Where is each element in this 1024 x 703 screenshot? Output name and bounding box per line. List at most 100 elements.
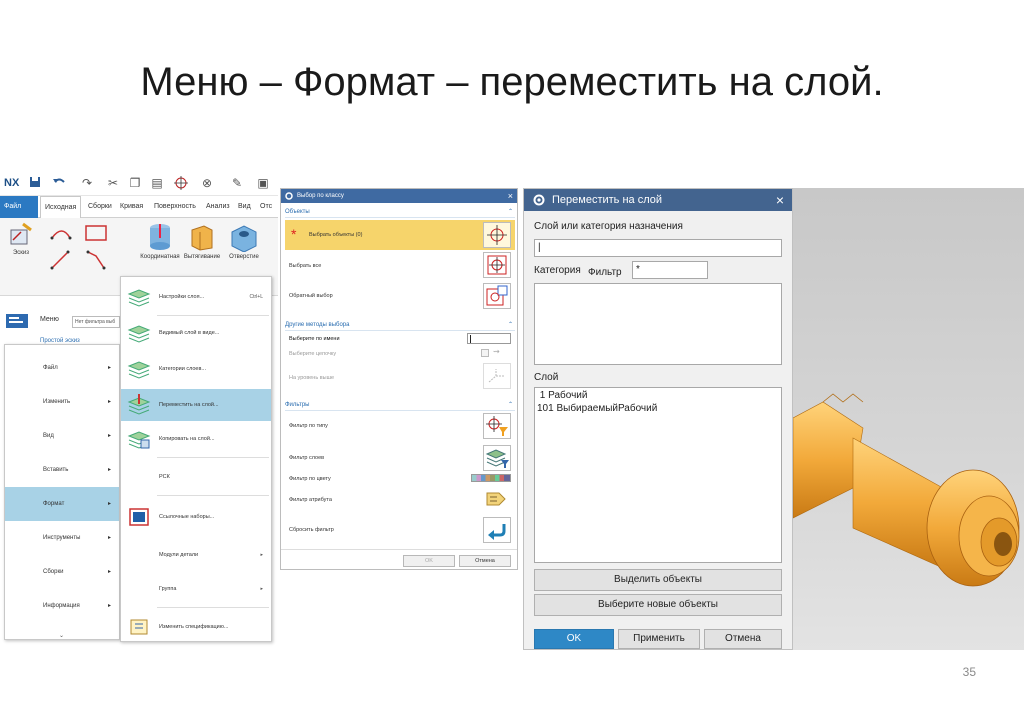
copy-to-layer-icon <box>127 431 151 449</box>
submenu-item[interactable]: Копировать на слой... <box>121 423 271 455</box>
sketch-button[interactable]: Эскиз <box>6 222 36 256</box>
category-list[interactable] <box>534 283 782 365</box>
tab-surface[interactable]: Поверхность <box>150 196 200 218</box>
submenu-item[interactable]: Ссылочные наборы... <box>121 501 271 533</box>
main-menu-item-label: Сборки <box>43 569 64 575</box>
chevron-down-icon[interactable]: ⌄ <box>59 632 64 639</box>
other-methods-label: Другие методы выбора <box>285 322 350 328</box>
destination-input[interactable]: | <box>534 239 782 257</box>
tab-view[interactable]: Вид <box>234 196 255 218</box>
submenu-item[interactable]: Настройки слоя... Ctrl+L <box>121 281 271 313</box>
main-menu-item[interactable]: Сборки ▸ <box>5 555 119 589</box>
submenu-item[interactable]: Группа ▸ <box>121 573 271 605</box>
undo-icon[interactable] <box>52 176 66 190</box>
select-all-icon <box>487 255 507 275</box>
graphics-viewport[interactable] <box>793 188 1024 650</box>
quick-access-toolbar: NX ↷ ✂ ❐ ▤ ⊗ ✎ ▣ <box>0 172 278 196</box>
layer-filter-label: Фильтр слоев <box>289 455 325 461</box>
level-up-button[interactable] <box>483 363 511 389</box>
main-menu-item[interactable]: Инструменты ▸ <box>5 521 119 555</box>
divider <box>157 315 269 316</box>
cancel-button[interactable]: Отмена <box>704 629 782 649</box>
cut-icon[interactable]: ✂ <box>106 176 120 190</box>
submenu-item[interactable]: Изменить спецификацию... <box>121 611 271 643</box>
submenu-item-label: Видимый слой в виде... <box>159 330 220 336</box>
submenu-item[interactable]: Видимый слой в виде... <box>121 317 271 349</box>
submenu-item[interactable]: РСК <box>121 461 271 493</box>
part-model-icon <box>793 393 1020 587</box>
select-objects-row[interactable]: * Выбрать объекты (0) <box>285 220 515 250</box>
coord-button[interactable]: Координатная <box>140 222 180 260</box>
chevron-up-icon: ⌃ <box>507 209 513 215</box>
main-menu-item[interactable]: Файл ▸ <box>5 351 119 385</box>
type-filter-button[interactable] <box>483 413 511 439</box>
select-objects-button[interactable]: Выделить объекты <box>534 569 782 591</box>
hole-button[interactable]: Отверстие <box>224 222 264 260</box>
reset-filter-button[interactable] <box>483 517 511 543</box>
type-filter-label: Фильтр по типу <box>289 423 328 429</box>
save-icon[interactable] <box>28 176 42 190</box>
divider <box>157 457 269 458</box>
submenu-item[interactable]: Категории слоев... <box>121 353 271 385</box>
extrude-button[interactable]: Вытягивание <box>182 222 222 260</box>
tab-file[interactable]: Файл <box>0 196 38 218</box>
chevron-right-icon: ▸ <box>107 535 111 541</box>
main-menu-item[interactable]: Формат ▸ <box>5 487 119 521</box>
main-menu-item-label: Информация <box>43 603 80 609</box>
main-menu-item[interactable]: Информация ▸ <box>5 589 119 623</box>
chain-icon: ⇝ <box>493 347 500 356</box>
tab-assemblies[interactable]: Сборки <box>84 196 116 218</box>
main-menu-item-label: Инструменты <box>43 535 81 541</box>
attribute-filter-button[interactable] <box>483 487 511 513</box>
filter-input[interactable]: * <box>632 261 708 279</box>
cancel-button[interactable]: Отмена <box>459 555 511 567</box>
curve-tools-icon[interactable] <box>44 222 114 274</box>
filters-section-header[interactable]: Фильтры ⌃ <box>285 399 515 411</box>
objects-section-header[interactable]: Объекты ⌃ <box>285 206 515 218</box>
selection-filter-box[interactable]: Нет фильтра выб <box>72 316 120 328</box>
chevron-right-icon: ▸ <box>107 365 111 371</box>
menu-icon <box>6 314 28 328</box>
type-filter-icon <box>486 416 508 436</box>
apply-button[interactable]: Применить <box>618 629 700 649</box>
submenu-item-label: Группа <box>159 586 177 592</box>
main-menu-item[interactable]: Вставить ▸ <box>5 453 119 487</box>
submenu-item[interactable]: Переместить на слой... <box>121 389 271 421</box>
other-methods-section-header[interactable]: Другие методы выбора ⌃ <box>285 319 515 331</box>
pen-icon[interactable]: ✎ <box>230 176 244 190</box>
submenu-item[interactable]: Модули детали ▸ <box>121 539 271 571</box>
close-icon[interactable]: × <box>776 189 784 211</box>
layer-label: Слой <box>534 372 559 383</box>
list-item[interactable]: 101 ВыбираемыйРабочий <box>537 403 779 416</box>
select-new-objects-button[interactable]: Выберите новые объекты <box>534 594 782 616</box>
select-objects-button[interactable] <box>483 222 511 248</box>
paste-icon[interactable]: ▤ <box>150 176 164 190</box>
color-filter-swatch[interactable] <box>471 474 511 482</box>
tab-home[interactable]: Исходная <box>40 196 82 219</box>
crosshair-icon[interactable] <box>174 176 188 190</box>
main-menu-item[interactable]: Вид ▸ <box>5 419 119 453</box>
sketch-icon <box>10 222 32 245</box>
tab-analysis[interactable]: Анализ <box>202 196 234 218</box>
list-item[interactable]: 1 Рабочий <box>537 390 779 403</box>
ok-button[interactable]: OK <box>534 629 614 649</box>
snap-icon[interactable]: ⊗ <box>200 176 214 190</box>
chain-checkbox[interactable] <box>481 349 489 357</box>
gear-icon <box>533 194 545 206</box>
redo-icon[interactable]: ↷ <box>80 176 94 190</box>
main-menu-item[interactable]: Изменить ▸ <box>5 385 119 419</box>
invert-selection-button[interactable] <box>483 283 511 309</box>
tab-more[interactable]: Отс <box>256 196 276 218</box>
layer-list[interactable]: 1 Рабочий 101 ВыбираемыйРабочий <box>534 387 782 563</box>
crosshair-icon <box>487 225 507 245</box>
close-icon[interactable]: × <box>508 189 513 203</box>
menu-button[interactable]: Меню <box>6 312 66 332</box>
window-icon[interactable]: ▣ <box>256 176 270 190</box>
tab-curve[interactable]: Кривая <box>116 196 147 218</box>
copy-icon[interactable]: ❐ <box>128 176 142 190</box>
select-all-button[interactable] <box>483 252 511 278</box>
ok-button[interactable]: OK <box>403 555 455 567</box>
by-name-input[interactable] <box>467 333 511 344</box>
layer-filter-button[interactable] <box>483 445 511 471</box>
chain-label: Выберите цепочку <box>289 351 337 357</box>
